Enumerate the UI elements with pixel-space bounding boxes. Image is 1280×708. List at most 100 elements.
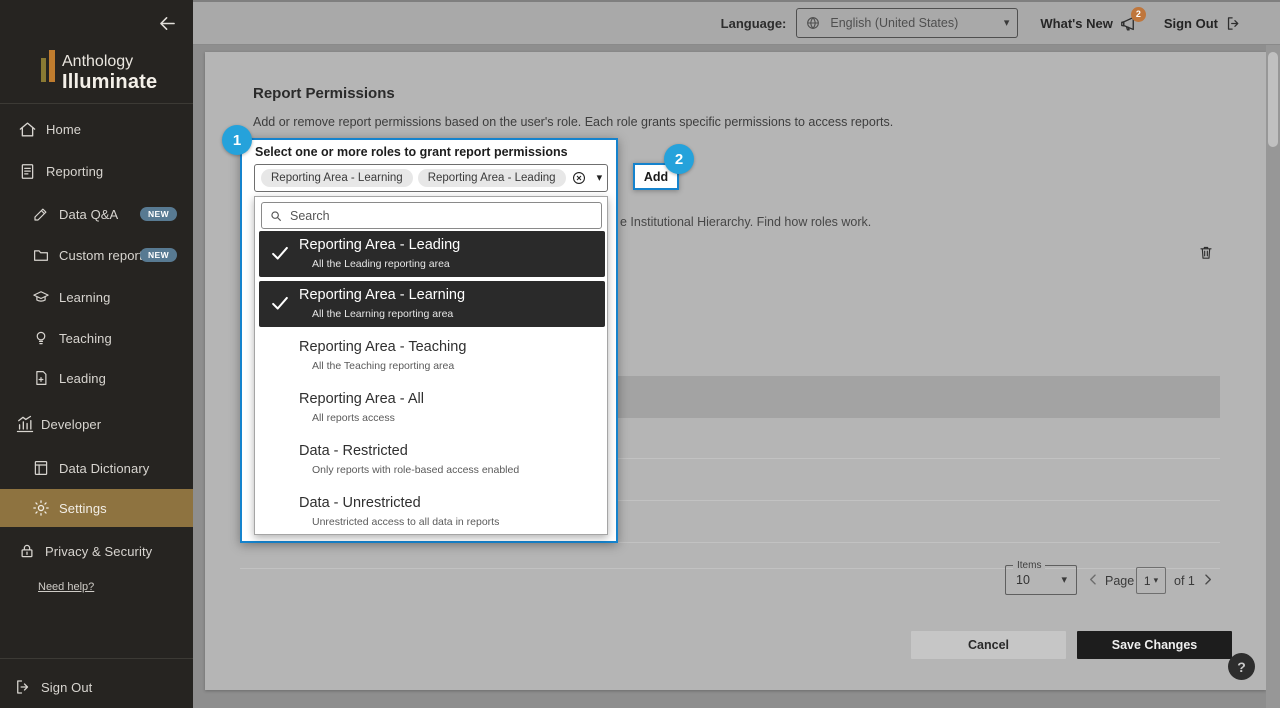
page-title: Report Permissions: [253, 85, 395, 102]
roles-dropdown-list: Reporting Area - Leading All the Leading…: [254, 196, 608, 535]
check-icon: [269, 292, 291, 314]
sign-out-icon: [1225, 15, 1242, 32]
selected-role-chip[interactable]: Reporting Area - Learning: [261, 169, 413, 187]
clear-selection-icon[interactable]: [571, 170, 587, 186]
pen-icon: [32, 205, 50, 223]
sidebar-item-label: Sign Out: [41, 680, 92, 695]
role-permissions-panel: Select one or more roles to grant report…: [240, 138, 618, 543]
cancel-button[interactable]: Cancel: [911, 631, 1066, 659]
whats-new-button[interactable]: What's New 2: [1040, 14, 1137, 33]
sidebar-item-learning[interactable]: Learning: [0, 278, 193, 316]
sidebar-item-label: Home: [46, 122, 81, 137]
option-description: All the Teaching reporting area: [312, 360, 454, 372]
logo-bar-orange: [49, 50, 55, 82]
next-page-button[interactable]: [1200, 572, 1215, 587]
search-input[interactable]: [290, 209, 594, 223]
option-description: All reports access: [312, 412, 395, 424]
top-bar: Language: English (United States) ▾ What…: [193, 0, 1280, 45]
sidebar-item-home[interactable]: Home: [0, 110, 193, 148]
option-title: Reporting Area - All: [299, 391, 424, 407]
logo-bar-olive: [41, 58, 46, 82]
roles-multiselect[interactable]: Reporting Area - Learning Reporting Area…: [254, 164, 608, 192]
sign-out-icon: [14, 678, 32, 696]
role-option-all[interactable]: Reporting Area - All All reports access: [259, 385, 605, 431]
sidebar-item-privacy-security[interactable]: Privacy & Security: [0, 532, 193, 570]
role-option-data-restricted[interactable]: Data - Restricted Only reports with role…: [259, 437, 605, 483]
role-option-teaching[interactable]: Reporting Area - Teaching All the Teachi…: [259, 333, 605, 379]
page-label: Page: [1105, 574, 1134, 588]
option-title: Reporting Area - Learning: [299, 287, 465, 303]
panel-label: Select one or more roles to grant report…: [255, 145, 568, 159]
whats-new-label: What's New: [1040, 16, 1112, 31]
option-description: All the Learning reporting area: [312, 308, 453, 320]
report-icon: [18, 162, 37, 181]
arrow-left-icon: [157, 13, 178, 34]
book-icon: [32, 459, 50, 477]
save-changes-button[interactable]: Save Changes: [1077, 631, 1232, 659]
sidebar-item-leading[interactable]: Leading: [0, 359, 193, 397]
megaphone-icon: 2: [1119, 14, 1138, 33]
graduation-cap-icon: [32, 288, 50, 306]
sidebar-item-custom-reports[interactable]: Custom reports NEW: [0, 236, 193, 274]
need-help-link[interactable]: Need help?: [38, 581, 94, 593]
sidebar-item-developer[interactable]: Developer: [0, 405, 193, 443]
chevron-down-icon: ▾: [1004, 18, 1010, 29]
tour-step-2-badge: 2: [664, 144, 694, 174]
sidebar-divider: [0, 658, 193, 659]
sidebar-item-label: Developer: [41, 417, 101, 432]
language-label: Language:: [721, 16, 787, 31]
dimmed-helper-text: e Institutional Hierarchy. Find how role…: [620, 215, 1040, 229]
lock-icon: [18, 542, 36, 560]
option-description: Only reports with role-based access enab…: [312, 464, 519, 476]
option-title: Data - Restricted: [299, 443, 408, 459]
sidebar-item-data-qa[interactable]: Data Q&A NEW: [0, 195, 193, 233]
new-badge: NEW: [140, 248, 177, 262]
lightbulb-icon: [32, 329, 50, 347]
items-label: Items: [1013, 560, 1045, 571]
sidebar-item-reporting[interactable]: Reporting: [0, 152, 193, 190]
chevron-down-icon: ▾: [1154, 576, 1159, 585]
scrollbar[interactable]: [1266, 45, 1280, 708]
collapse-sidebar-button[interactable]: [157, 13, 178, 34]
option-title: Reporting Area - Teaching: [299, 339, 466, 355]
folder-icon: [32, 246, 50, 264]
whats-new-count-badge: 2: [1131, 7, 1146, 22]
sidebar-item-data-dictionary[interactable]: Data Dictionary: [0, 449, 193, 487]
role-option-learning[interactable]: Reporting Area - Learning All the Learni…: [259, 281, 605, 327]
question-mark-icon: ?: [1237, 659, 1246, 675]
role-option-leading[interactable]: Reporting Area - Leading All the Leading…: [259, 231, 605, 277]
role-option-data-unrestricted[interactable]: Data - Unrestricted Unrestricted access …: [259, 489, 605, 535]
delete-role-button[interactable]: [1198, 244, 1214, 261]
sidebar-sign-out-button[interactable]: Sign Out: [0, 666, 193, 708]
roles-search[interactable]: [261, 202, 602, 229]
brand-product: Illuminate: [62, 71, 157, 94]
page-number-select[interactable]: 1 ▾: [1136, 567, 1166, 594]
selected-role-chip[interactable]: Reporting Area - Leading: [418, 169, 566, 187]
items-value: 10: [1016, 573, 1030, 587]
sidebar-item-settings[interactable]: Settings: [0, 489, 193, 527]
home-icon: [18, 120, 37, 139]
scrollbar-thumb[interactable]: [1268, 52, 1278, 147]
sidebar-item-label: Teaching: [59, 331, 112, 346]
language-select[interactable]: English (United States) ▾: [796, 8, 1018, 38]
page-of-label: of 1: [1174, 574, 1195, 588]
sidebar-divider: [0, 103, 193, 104]
sidebar-item-label: Learning: [59, 290, 110, 305]
option-description: All the Leading reporting area: [312, 258, 450, 270]
check-icon: [269, 242, 291, 264]
sidebar-item-label: Settings: [59, 501, 107, 516]
sidebar-item-label: Reporting: [46, 164, 103, 179]
trash-icon: [1198, 244, 1214, 261]
chevron-down-icon: ▾: [597, 173, 603, 184]
help-button[interactable]: ?: [1228, 653, 1255, 680]
sidebar-item-teaching[interactable]: Teaching: [0, 319, 193, 357]
new-badge: NEW: [140, 207, 177, 221]
previous-page-button[interactable]: [1086, 572, 1101, 587]
items-per-page-select[interactable]: Items 10 ▾: [1005, 565, 1077, 595]
topbar-sign-out-button[interactable]: Sign Out: [1164, 15, 1242, 32]
sidebar-item-label: Privacy & Security: [45, 544, 152, 559]
tour-step-1-badge: 1: [222, 125, 252, 155]
sidebar-item-label: Custom reports: [59, 248, 149, 263]
page-description: Add or remove report permissions based o…: [253, 115, 893, 129]
brand-name: Anthology: [62, 53, 133, 71]
